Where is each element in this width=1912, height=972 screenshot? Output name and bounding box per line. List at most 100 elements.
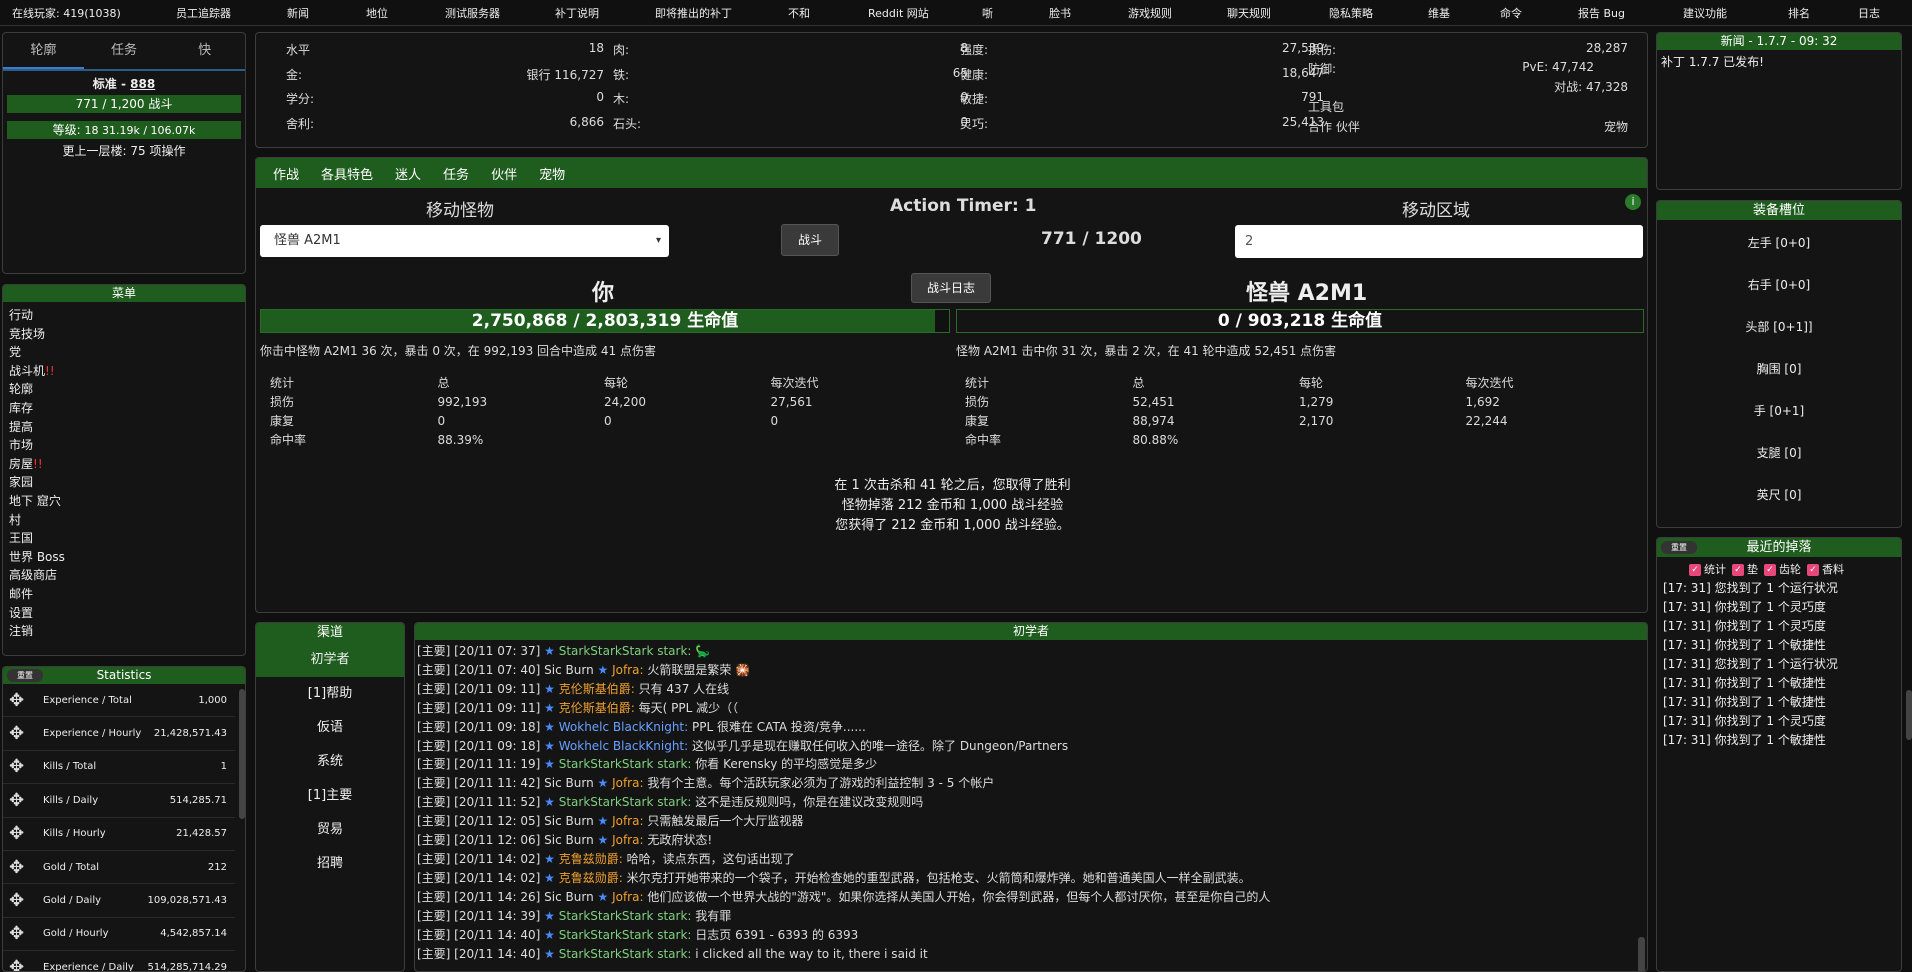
chat-username[interactable]: StarkStarkStark stark: [559, 928, 692, 942]
menu-item[interactable]: 王国 [9, 529, 239, 548]
menu-item[interactable]: 行动 [9, 306, 239, 325]
menu-item[interactable]: 高级商店 [9, 566, 239, 585]
topnav-item[interactable]: 在线玩家: 419(1038) [12, 5, 121, 21]
info-icon[interactable]: i [1625, 194, 1641, 210]
topnav-item[interactable]: 命令 [1500, 5, 1522, 21]
chat-username[interactable]: Jofra: [612, 890, 643, 904]
battle-tab[interactable]: 迷人 [395, 164, 421, 183]
chat-username[interactable]: StarkStarkStark stark: [559, 909, 692, 923]
channel-item[interactable]: [1]帮助 [256, 677, 404, 711]
topnav-item[interactable]: 聊天规则 [1227, 5, 1271, 21]
topnav-item[interactable]: 建议功能 [1683, 5, 1727, 21]
chat-username[interactable]: Wokhelc BlackKnight: [559, 739, 688, 753]
equipment-slot[interactable]: 胸围 [0] [1657, 348, 1901, 390]
checkbox[interactable]: ✓ [1689, 564, 1701, 576]
menu-item[interactable]: 党 [9, 343, 239, 362]
topnav-item[interactable]: 不和 [788, 5, 810, 21]
checkbox[interactable]: ✓ [1732, 564, 1744, 576]
battle-tab[interactable]: 任务 [443, 164, 469, 183]
battle-tab[interactable]: 伙伴 [491, 164, 517, 183]
chat-username[interactable]: 克伦斯基伯爵: [559, 701, 635, 715]
tab-profile[interactable]: 轮廓 [3, 33, 84, 69]
chat-username[interactable]: 克鲁兹勋爵: [559, 871, 623, 885]
menu-item[interactable]: 市场 [9, 436, 239, 455]
move-icon[interactable]: ✥ [9, 890, 43, 911]
standard-value[interactable]: 888 [130, 77, 155, 91]
topnav-item[interactable]: 即将推出的补丁 [655, 5, 732, 21]
menu-item[interactable]: 村 [9, 511, 239, 530]
menu-item[interactable]: 竞技场 [9, 325, 239, 344]
move-icon[interactable]: ✥ [9, 723, 43, 744]
chat-username[interactable]: StarkStarkStark stark: [559, 947, 692, 961]
topnav-item[interactable]: 哳 [982, 5, 993, 21]
menu-item[interactable]: 轮廓 [9, 380, 239, 399]
news-body[interactable]: 补丁 1.7.7 已发布! [1657, 50, 1901, 73]
tab-quick[interactable]: 快 [164, 33, 245, 69]
menu-item[interactable]: 注销 [9, 622, 239, 641]
topnav-item[interactable]: 员工追踪器 [176, 5, 231, 21]
chat-username[interactable]: StarkStarkStark stark: [559, 644, 692, 658]
topnav-item[interactable]: 报告 Bug [1578, 5, 1625, 21]
battle-log-button[interactable]: 战斗日志 [911, 273, 991, 303]
chat-username[interactable]: StarkStarkStark stark: [559, 757, 692, 771]
menu-item[interactable]: 设置 [9, 604, 239, 623]
menu-item[interactable]: 战斗机!! [9, 362, 239, 381]
move-icon[interactable]: ✥ [9, 756, 43, 777]
topnav-item[interactable]: 维基 [1428, 5, 1450, 21]
topnav-item[interactable]: 地位 [366, 5, 388, 21]
chat-username[interactable]: Wokhelc BlackKnight: [559, 720, 688, 734]
channel-item[interactable]: [1]主要 [256, 779, 404, 813]
monster-select[interactable]: 怪兽 A2M1 ▾ [260, 225, 669, 257]
equipment-slot[interactable]: 英尺 [0] [1657, 474, 1901, 516]
chat-username[interactable]: Jofra: [612, 833, 643, 847]
checkbox[interactable]: ✓ [1807, 564, 1819, 576]
drops-reset-button[interactable]: 重置 [1661, 541, 1697, 554]
menu-item[interactable]: 库存 [9, 399, 239, 418]
battle-tab[interactable]: 各具特色 [321, 164, 373, 183]
stat-text[interactable]: 宠物 [1308, 118, 1628, 135]
menu-item[interactable]: 房屋!! [9, 455, 239, 474]
move-icon[interactable]: ✥ [9, 690, 43, 711]
chat-scrollbar[interactable] [1638, 937, 1645, 971]
checkbox[interactable]: ✓ [1764, 564, 1776, 576]
page-scrollbar[interactable] [1906, 690, 1912, 740]
channel-item[interactable]: 招聘 [256, 847, 404, 881]
move-icon[interactable]: ✥ [9, 857, 43, 878]
tab-quests[interactable]: 任务 [84, 33, 165, 69]
chat-username[interactable]: StarkStarkStark stark: [559, 795, 692, 809]
equipment-slot[interactable]: 手 [0+1] [1657, 390, 1901, 432]
stats-reset-button[interactable]: 重置 [7, 669, 43, 682]
topnav-item[interactable]: 补丁说明 [555, 5, 599, 21]
area-input[interactable]: 2 [1235, 225, 1643, 258]
topnav-item[interactable]: 新闻 [287, 5, 309, 21]
channel-item[interactable]: 仮语 [256, 711, 404, 745]
menu-item[interactable]: 邮件 [9, 585, 239, 604]
menu-item[interactable]: 提高 [9, 418, 239, 437]
fight-button[interactable]: 战斗 [781, 224, 839, 256]
move-icon[interactable]: ✥ [9, 790, 43, 811]
chat-username[interactable]: Jofra: [612, 663, 643, 677]
topnav-item[interactable]: 游戏规则 [1128, 5, 1172, 21]
stats-scrollbar[interactable] [239, 689, 245, 819]
move-icon[interactable]: ✥ [9, 923, 43, 944]
topnav-item[interactable]: 排名 [1788, 5, 1810, 21]
chat-username[interactable]: Jofra: [612, 814, 643, 828]
topnav-item[interactable]: Reddit 网站 [868, 5, 929, 21]
channel-item[interactable]: 初学者 [256, 643, 404, 677]
chat-username[interactable]: Jofra: [612, 776, 643, 790]
equipment-slot[interactable]: 右手 [0+0] [1657, 264, 1901, 306]
topnav-item[interactable]: 隐私策略 [1329, 5, 1373, 21]
equipment-slot[interactable]: 支腿 [0] [1657, 432, 1901, 474]
equipment-slot[interactable]: 头部 [0+1]] [1657, 306, 1901, 348]
topnav-item[interactable]: 脸书 [1049, 5, 1071, 21]
move-icon[interactable]: ✥ [9, 823, 43, 844]
equipment-slot[interactable]: 左手 [0+0] [1657, 222, 1901, 264]
battle-tab[interactable]: 宠物 [539, 164, 565, 183]
chat-username[interactable]: 克伦斯基伯爵: [559, 682, 635, 696]
channel-item[interactable]: 系统 [256, 745, 404, 779]
menu-item[interactable]: 地下 窟穴 [9, 492, 239, 511]
move-icon[interactable]: ✥ [9, 957, 43, 971]
menu-item[interactable]: 家园 [9, 473, 239, 492]
channel-item[interactable]: 贸易 [256, 813, 404, 847]
chat-username[interactable]: 克鲁兹勋爵: [559, 852, 623, 866]
